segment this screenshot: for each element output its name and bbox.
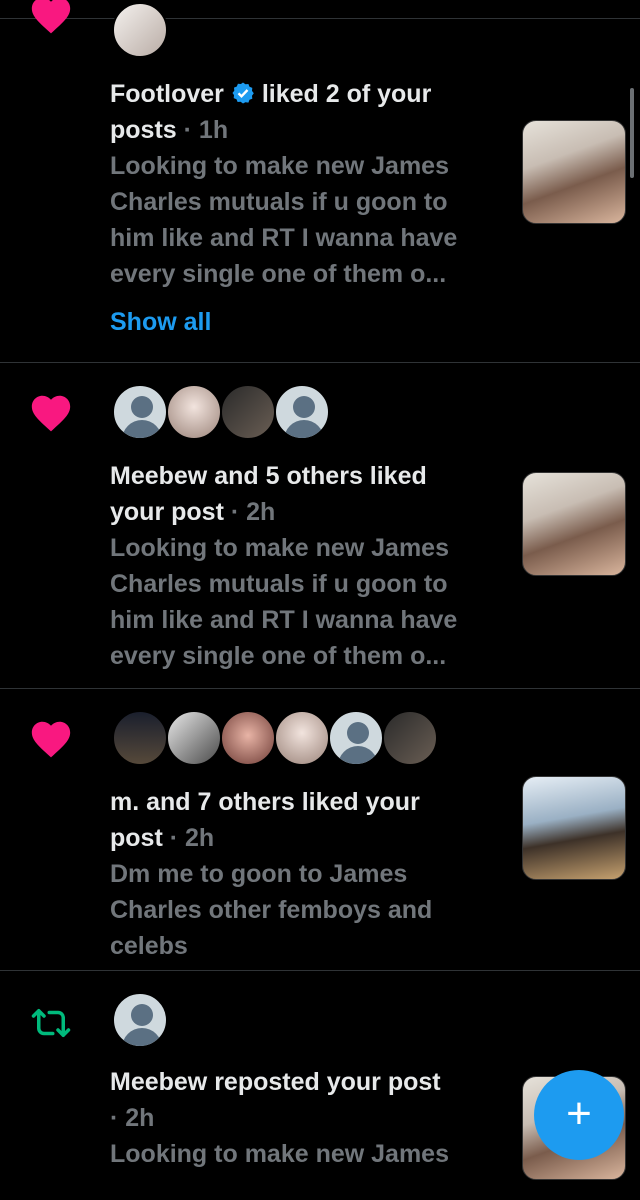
compose-button[interactable]: +: [534, 1070, 624, 1160]
repost-icon: [30, 1002, 76, 1048]
avatar[interactable]: [166, 710, 222, 766]
avatar[interactable]: [220, 384, 276, 440]
notification-title: m. and 7 others liked your: [110, 788, 420, 816]
avatar[interactable]: [382, 710, 438, 766]
timestamp: · 1h: [183, 116, 229, 144]
timestamp: · 2h: [230, 498, 276, 526]
action-text-cont: posts: [110, 116, 177, 144]
notification-title-cont: post: [110, 824, 163, 852]
post-snippet-line: Dm me to goon to James: [110, 860, 408, 888]
avatar[interactable]: [220, 710, 276, 766]
post-snippet-line: Charles mutuals if u goon to: [110, 188, 448, 216]
avatar[interactable]: [328, 710, 384, 766]
notification-item[interactable]: Meebew and 5 others liked your post · 2h…: [0, 362, 640, 689]
post-snippet-line: celebs: [110, 932, 188, 960]
post-snippet-line: every single one of them o...: [110, 642, 447, 670]
timestamp: · 2h: [110, 1104, 155, 1132]
scrollbar[interactable]: [630, 88, 634, 178]
action-text: liked 2 of your: [261, 80, 432, 108]
post-thumbnail[interactable]: [522, 776, 626, 880]
notification-title: Meebew reposted your post: [110, 1068, 441, 1096]
post-thumbnail[interactable]: [522, 120, 626, 224]
avatar[interactable]: [112, 2, 168, 58]
actor-name[interactable]: Footlover: [110, 80, 224, 108]
verified-badge-icon: [231, 79, 255, 104]
avatar[interactable]: [112, 384, 168, 440]
avatar[interactable]: [274, 710, 330, 766]
notification-title: Meebew and 5 others liked: [110, 462, 427, 490]
timestamp: · 2h: [169, 824, 215, 852]
notification-title-cont: your post: [110, 498, 224, 526]
post-thumbnail[interactable]: [522, 472, 626, 576]
post-snippet-line: Charles other femboys and: [110, 896, 433, 924]
heart-icon: [28, 716, 74, 762]
post-snippet-line: him like and RT I wanna have: [110, 606, 458, 634]
heart-icon: [28, 390, 74, 436]
heart-icon: [28, 0, 74, 38]
post-snippet-line: Looking to make new James: [110, 1140, 449, 1168]
avatar[interactable]: [112, 710, 168, 766]
post-snippet-line: Charles mutuals if u goon to: [110, 570, 448, 598]
avatar[interactable]: [166, 384, 222, 440]
avatar[interactable]: [112, 992, 168, 1048]
show-all-link[interactable]: Show all: [110, 304, 500, 340]
post-snippet-line: Looking to make new James: [110, 534, 449, 562]
avatar[interactable]: [274, 384, 330, 440]
notification-item[interactable]: m. and 7 others liked your post · 2h Dm …: [0, 688, 640, 971]
post-snippet-line: him like and RT I wanna have: [110, 224, 458, 252]
post-snippet-line: Looking to make new James: [110, 152, 449, 180]
notification-item[interactable]: Footlover liked 2 of your posts · 1h Loo…: [0, 0, 640, 363]
post-snippet-line: every single one of them o...: [110, 260, 447, 288]
